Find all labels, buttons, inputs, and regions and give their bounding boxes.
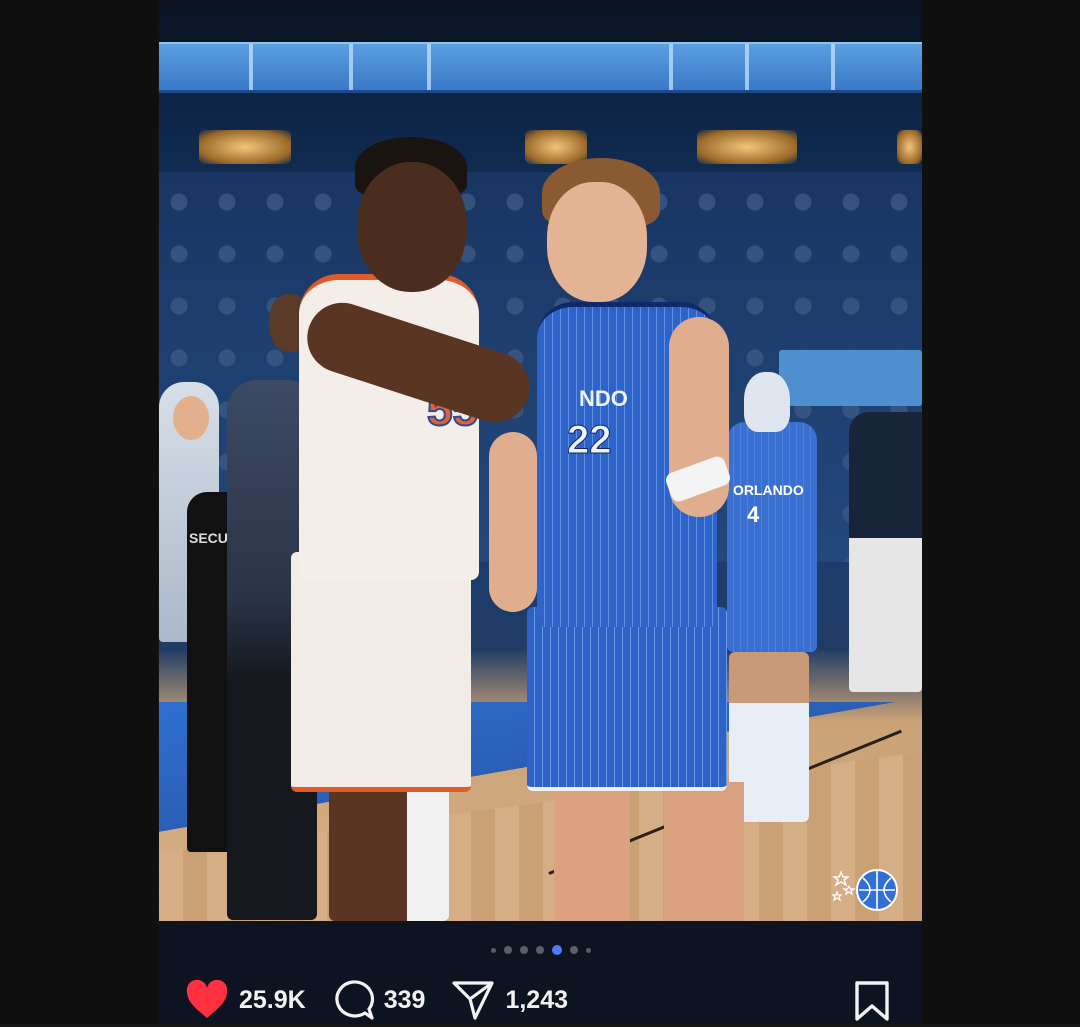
background-player-jersey	[727, 422, 817, 652]
carousel-dot[interactable]	[569, 946, 578, 954]
heart-icon	[186, 980, 228, 1018]
arena-light	[199, 130, 291, 164]
send-icon	[452, 981, 495, 1020]
comment-bubble-icon	[335, 980, 374, 1020]
orlando-magic-logo	[831, 869, 898, 911]
arena-light	[897, 130, 922, 164]
magic-player-legs	[554, 782, 744, 921]
carousel-dot[interactable]	[535, 946, 544, 954]
share-count: 1,243	[505, 985, 568, 1014]
comment-button[interactable]: 339	[332, 979, 426, 1021]
share-button[interactable]: 1,243	[451, 979, 568, 1021]
knicks-player-legs	[329, 772, 449, 921]
magic-jersey-text: NDO	[579, 386, 628, 411]
carousel-indicator[interactable]	[159, 942, 922, 958]
carousel-dot[interactable]	[503, 946, 512, 954]
post-photo[interactable]: SECU ORLANDO 4 NDO 22 55	[159, 12, 922, 921]
carousel-dot-active[interactable]	[551, 945, 562, 955]
arena-ceiling	[159, 12, 922, 42]
post-card: SECU ORLANDO 4 NDO 22 55	[159, 0, 922, 1024]
magic-player-shorts	[527, 607, 727, 791]
magic-jersey-number: 22	[567, 418, 612, 463]
carousel-dot[interactable]	[585, 947, 591, 953]
side-screen	[779, 350, 922, 406]
background-player-hood	[744, 372, 790, 432]
led-ribbon-board	[159, 42, 922, 93]
magic-player-face	[547, 182, 647, 302]
spectator-head	[173, 396, 209, 440]
magic-player-left-arm	[489, 432, 537, 612]
like-count: 25.9K	[239, 985, 306, 1014]
carousel-dot[interactable]	[519, 946, 528, 954]
background-person-right	[849, 412, 922, 692]
like-button[interactable]: 25.9K	[185, 980, 306, 1020]
background-player-jersey-text: ORLANDO	[733, 482, 804, 498]
arena-light	[525, 130, 587, 164]
knicks-player-face	[357, 162, 467, 292]
post-actions: 25.9K 339 1,243	[185, 978, 594, 1022]
security-shirt-text: SECU	[189, 530, 228, 546]
save-button[interactable]	[853, 980, 891, 1027]
background-player-number: 4	[747, 502, 760, 527]
carousel-dot[interactable]	[490, 947, 496, 953]
knicks-player-shorts	[291, 552, 471, 792]
arena-light	[697, 130, 797, 164]
bookmark-icon	[855, 981, 889, 1021]
comment-count: 339	[383, 985, 426, 1014]
